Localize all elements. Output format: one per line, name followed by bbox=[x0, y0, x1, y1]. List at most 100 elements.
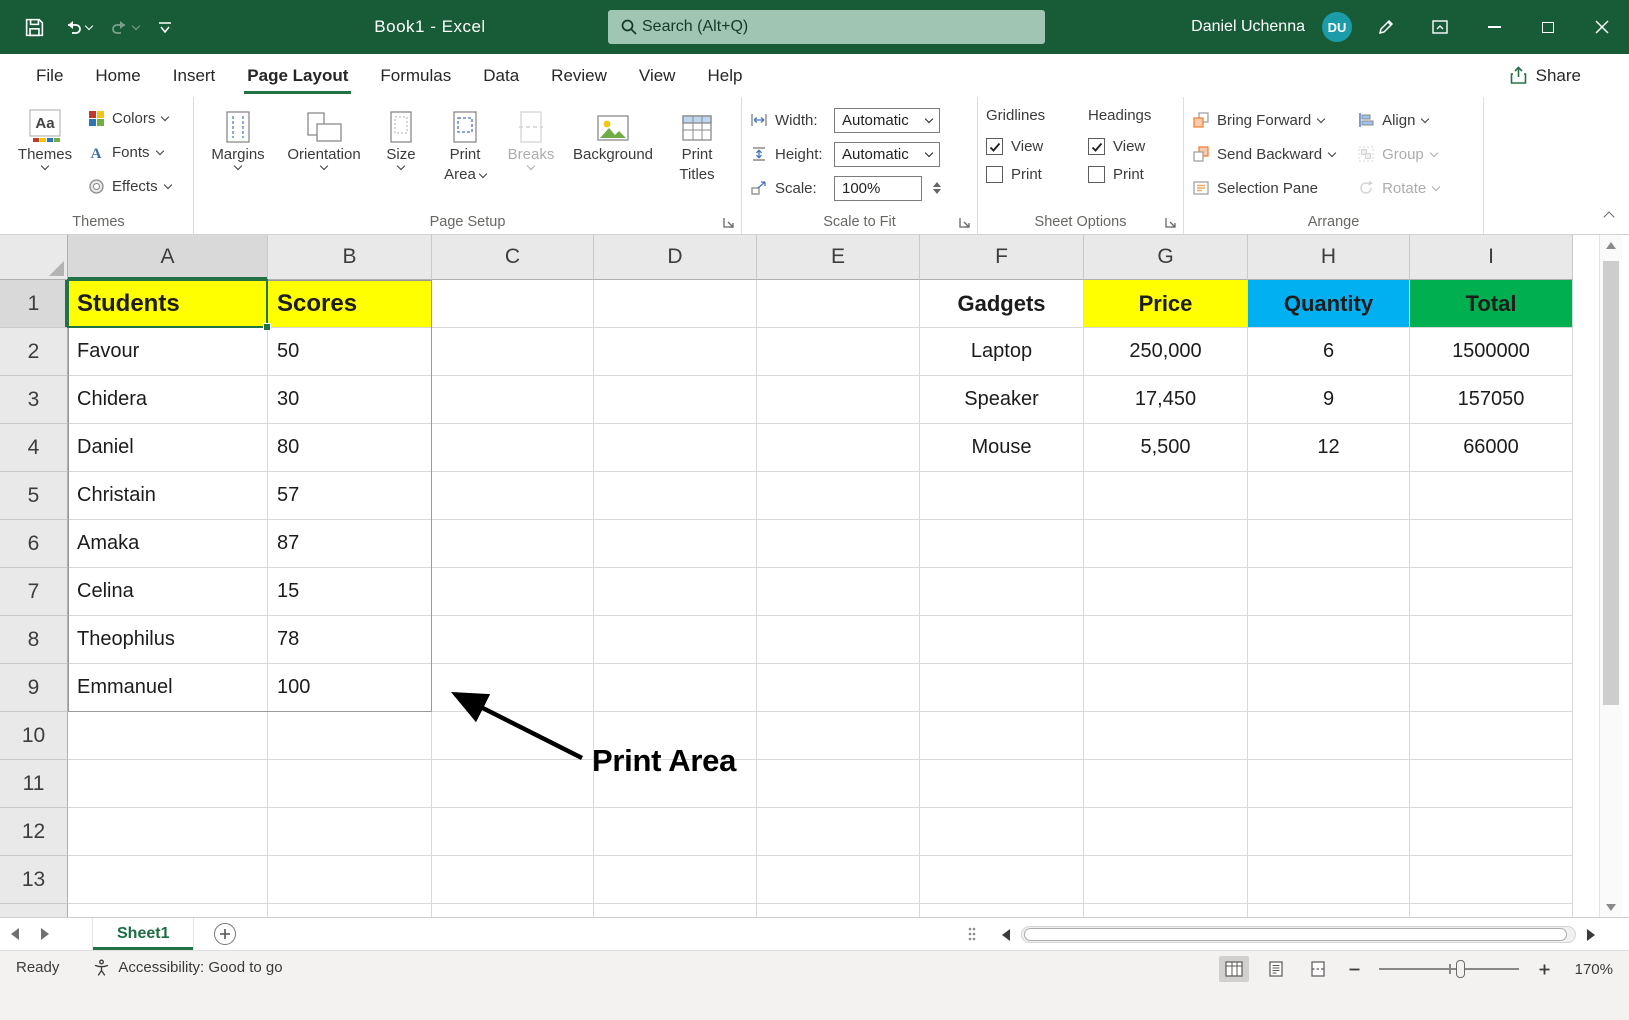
cell-C4[interactable] bbox=[432, 424, 594, 472]
scroll-right-button[interactable] bbox=[1581, 924, 1601, 946]
cell-B7[interactable]: 15 bbox=[268, 568, 432, 616]
cell-B11[interactable] bbox=[268, 760, 432, 808]
cell-B13[interactable] bbox=[268, 856, 432, 904]
cell-D6[interactable] bbox=[594, 520, 757, 568]
cell-B14[interactable] bbox=[268, 904, 432, 917]
cell-B10[interactable] bbox=[268, 712, 432, 760]
cell-B9[interactable]: 100 bbox=[268, 664, 432, 712]
row-header-1[interactable]: 1 bbox=[0, 280, 68, 328]
menu-tab-home[interactable]: Home bbox=[79, 54, 156, 97]
cell-E8[interactable] bbox=[757, 616, 920, 664]
background-button[interactable]: Background bbox=[566, 101, 660, 212]
cell-E10[interactable] bbox=[757, 712, 920, 760]
cell-A8[interactable]: Theophilus bbox=[68, 616, 268, 664]
gridlines-view-checkbox[interactable]: View bbox=[986, 138, 1074, 155]
selection-pane-button[interactable]: Selection Pane bbox=[1192, 171, 1335, 205]
cell-E2[interactable] bbox=[757, 328, 920, 376]
cell-C2[interactable] bbox=[432, 328, 594, 376]
cell-I1[interactable]: Total bbox=[1410, 280, 1573, 328]
checkbox-icon[interactable] bbox=[986, 138, 1003, 155]
cell-G12[interactable] bbox=[1084, 808, 1248, 856]
cell-G9[interactable] bbox=[1084, 664, 1248, 712]
cell-G1[interactable]: Price bbox=[1084, 280, 1248, 328]
cell-D4[interactable] bbox=[594, 424, 757, 472]
cell-F14[interactable] bbox=[920, 904, 1084, 917]
colors-button[interactable]: Colors bbox=[88, 101, 171, 135]
zoom-slider-thumb[interactable] bbox=[1456, 960, 1465, 978]
cell-G8[interactable] bbox=[1084, 616, 1248, 664]
vertical-scrollbar[interactable] bbox=[1599, 235, 1622, 917]
cell-B2[interactable]: 50 bbox=[268, 328, 432, 376]
undo-dropdown-icon[interactable] bbox=[85, 21, 93, 29]
effects-button[interactable]: Effects bbox=[88, 169, 171, 203]
row-header-13[interactable]: 13 bbox=[0, 856, 68, 904]
cell-I3[interactable]: 157050 bbox=[1410, 376, 1573, 424]
cell-G14[interactable] bbox=[1084, 904, 1248, 917]
row-header-3[interactable]: 3 bbox=[0, 376, 68, 424]
cell-G5[interactable] bbox=[1084, 472, 1248, 520]
column-header-I[interactable]: I bbox=[1410, 235, 1573, 280]
cell-A11[interactable] bbox=[68, 760, 268, 808]
headings-view-checkbox[interactable]: View bbox=[1088, 138, 1172, 155]
cell-F11[interactable] bbox=[920, 760, 1084, 808]
view-page-layout-button[interactable] bbox=[1261, 956, 1291, 982]
cell-H1[interactable]: Quantity bbox=[1248, 280, 1410, 328]
cell-A9[interactable]: Emmanuel bbox=[68, 664, 268, 712]
cell-A6[interactable]: Amaka bbox=[68, 520, 268, 568]
cell-G11[interactable] bbox=[1084, 760, 1248, 808]
dialog-launcher-icon[interactable] bbox=[1164, 216, 1177, 229]
cell-A3[interactable]: Chidera bbox=[68, 376, 268, 424]
cell-I9[interactable] bbox=[1410, 664, 1573, 712]
cell-E3[interactable] bbox=[757, 376, 920, 424]
cell-E14[interactable] bbox=[757, 904, 920, 917]
dialog-launcher-icon[interactable] bbox=[958, 216, 971, 229]
cell-I2[interactable]: 1500000 bbox=[1410, 328, 1573, 376]
cell-F6[interactable] bbox=[920, 520, 1084, 568]
cell-H13[interactable] bbox=[1248, 856, 1410, 904]
row-header-8[interactable]: 8 bbox=[0, 616, 68, 664]
cell-B8[interactable]: 78 bbox=[268, 616, 432, 664]
cell-E7[interactable] bbox=[757, 568, 920, 616]
cell-D1[interactable] bbox=[594, 280, 757, 328]
cell-F12[interactable] bbox=[920, 808, 1084, 856]
cell-E13[interactable] bbox=[757, 856, 920, 904]
cell-A1[interactable]: Students bbox=[68, 280, 268, 328]
row-header-11[interactable]: 11 bbox=[0, 760, 68, 808]
bring-forward-button[interactable]: Bring Forward bbox=[1192, 103, 1335, 137]
vertical-scrollbar-thumb[interactable] bbox=[1603, 261, 1619, 705]
fill-handle[interactable] bbox=[263, 323, 271, 331]
account-name[interactable]: Daniel Uchenna bbox=[1191, 18, 1305, 36]
cell-E1[interactable] bbox=[757, 280, 920, 328]
cell-H5[interactable] bbox=[1248, 472, 1410, 520]
cell-G4[interactable]: 5,500 bbox=[1084, 424, 1248, 472]
previous-sheet-button[interactable] bbox=[0, 928, 30, 940]
cell-E5[interactable] bbox=[757, 472, 920, 520]
cell-H2[interactable]: 6 bbox=[1248, 328, 1410, 376]
menu-tab-review[interactable]: Review bbox=[535, 54, 623, 97]
zoom-slider[interactable] bbox=[1379, 968, 1519, 970]
avatar[interactable]: DU bbox=[1322, 12, 1352, 42]
search-input[interactable]: Search (Alt+Q) bbox=[608, 10, 1045, 44]
cell-C10[interactable] bbox=[432, 712, 594, 760]
print-area-button[interactable]: Print Area bbox=[434, 101, 496, 212]
cell-G13[interactable] bbox=[1084, 856, 1248, 904]
cell-I12[interactable] bbox=[1410, 808, 1573, 856]
cell-G10[interactable] bbox=[1084, 712, 1248, 760]
cell-C11[interactable] bbox=[432, 760, 594, 808]
cell-C13[interactable] bbox=[432, 856, 594, 904]
zoom-in-button[interactable] bbox=[1535, 964, 1553, 975]
checkbox-icon[interactable] bbox=[1088, 138, 1105, 155]
ribbon-display-options-button[interactable] bbox=[1413, 0, 1467, 54]
menu-tab-insert[interactable]: Insert bbox=[157, 54, 232, 97]
cell-E12[interactable] bbox=[757, 808, 920, 856]
cell-C3[interactable] bbox=[432, 376, 594, 424]
cell-G2[interactable]: 250,000 bbox=[1084, 328, 1248, 376]
scroll-down-button[interactable] bbox=[1600, 897, 1622, 917]
cell-H14[interactable] bbox=[1248, 904, 1410, 917]
maximize-button[interactable] bbox=[1521, 0, 1575, 54]
cell-A12[interactable] bbox=[68, 808, 268, 856]
cell-F8[interactable] bbox=[920, 616, 1084, 664]
gridlines-print-checkbox[interactable]: Print bbox=[986, 166, 1074, 183]
cell-F2[interactable]: Laptop bbox=[920, 328, 1084, 376]
column-header-D[interactable]: D bbox=[594, 235, 757, 280]
